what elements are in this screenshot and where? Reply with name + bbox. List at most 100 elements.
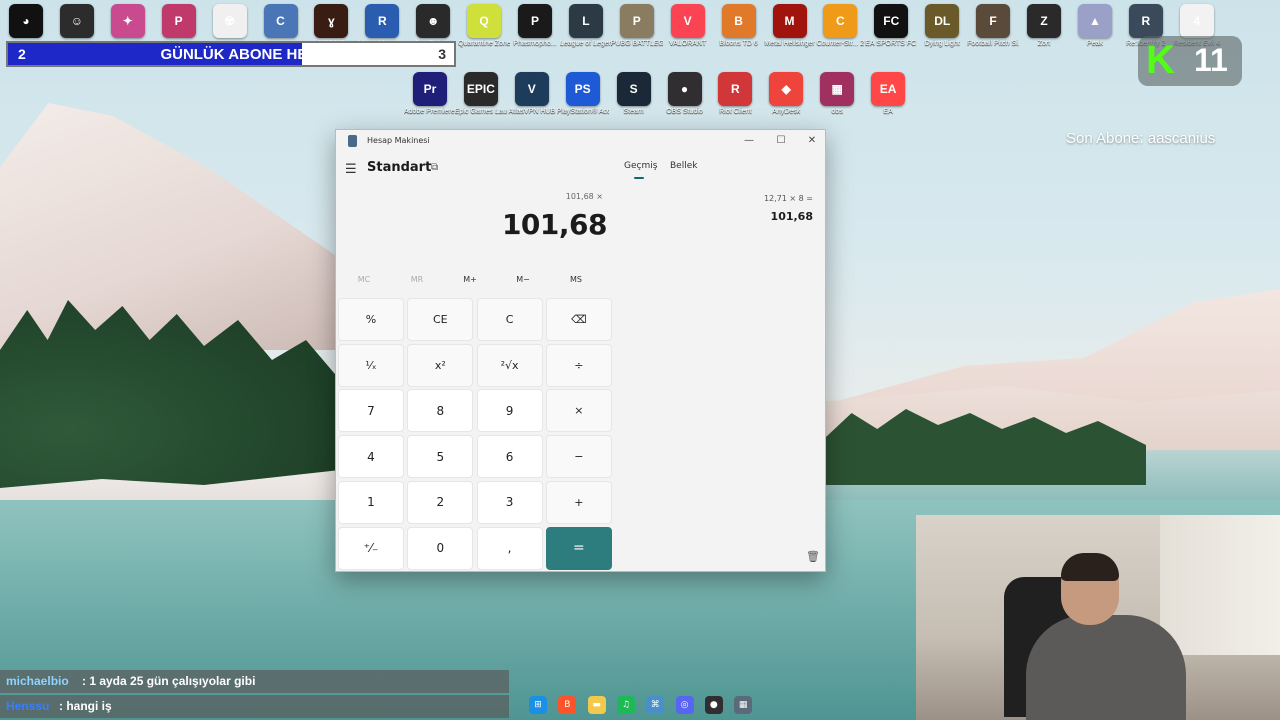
shortcut-label: PlayStation® Accessories xyxy=(556,108,609,115)
desktop-shortcut[interactable]: R Riot Client xyxy=(709,72,761,116)
windows-start-taskbar-icon[interactable]: ⊞ xyxy=(529,696,547,714)
desktop-shortcut[interactable]: C Counter-Str... 2 xyxy=(814,4,866,48)
calc-key[interactable]: = xyxy=(545,526,612,570)
calc-key[interactable]: 7 xyxy=(338,389,404,433)
desktop-shortcut[interactable]: V VALORANT xyxy=(662,4,714,48)
memory-button[interactable]: MC xyxy=(339,275,389,284)
title-bar[interactable]: Hesap Makinesi — ☐ ✕ xyxy=(336,130,825,152)
desktop-shortcut[interactable]: Pr Adobe Premiere P... xyxy=(404,72,456,116)
desktop-shortcut[interactable]: F Football Pitch Si... xyxy=(967,4,1019,48)
app-shortcut-icon: ▲ xyxy=(1077,4,1112,38)
minimize-button[interactable]: — xyxy=(738,132,760,150)
maximize-button[interactable]: ☐ xyxy=(770,132,792,150)
desktop-shortcut[interactable]: S Steam xyxy=(608,72,660,116)
calc-key[interactable]: 3 xyxy=(476,480,543,524)
desktop-shortcut[interactable]: FC EA SPORTS FC 25 xyxy=(865,4,917,48)
calc-key[interactable]: ⁺⁄₋ xyxy=(338,526,404,570)
desktop-shortcut[interactable]: DL Dying Light xyxy=(916,4,968,48)
shortcut-label: Bloons TD 6 xyxy=(719,40,758,47)
calculator-taskbar-icon[interactable]: ▦ xyxy=(734,696,753,714)
memory-button[interactable]: MR xyxy=(392,275,442,284)
memory-button[interactable]: M+ xyxy=(445,275,495,284)
calculator-mode-title: Standart xyxy=(367,160,432,175)
shortcut-label: AtlasVPN HUB xyxy=(508,108,556,115)
calc-key[interactable]: , xyxy=(476,526,543,570)
tab-history[interactable]: Geçmiş xyxy=(624,161,657,171)
calc-key[interactable]: 9 xyxy=(476,389,543,433)
desktop-shortcut[interactable]: ✦ xyxy=(102,4,154,40)
desktop-shortcut[interactable]: ◕ xyxy=(0,4,52,40)
history-expression[interactable]: 12,71 × 8 = xyxy=(764,194,813,203)
hamburger-menu-icon[interactable]: ☰ xyxy=(345,162,357,177)
desktop-shortcut[interactable]: ☢ xyxy=(204,4,256,40)
shortcut-label: Football Pitch Si... xyxy=(967,40,1020,47)
calc-key[interactable]: 6 xyxy=(476,435,543,479)
desktop-shortcut[interactable]: P Phasmopho... xyxy=(509,4,561,48)
desktop-shortcut[interactable]: EA EA xyxy=(862,72,914,116)
desktop-shortcut[interactable]: V AtlasVPN HUB xyxy=(506,72,558,116)
calc-key[interactable]: x² xyxy=(407,343,474,387)
desktop-shortcut[interactable]: B Bloons TD 6 xyxy=(713,4,765,48)
calc-key[interactable]: 4 xyxy=(338,435,404,479)
desktop-shortcut[interactable]: P xyxy=(153,4,205,40)
kick-viewer-badge: K 11 xyxy=(1138,36,1242,86)
app-shortcut-icon: C xyxy=(263,4,298,38)
network-taskbar-icon[interactable]: ⌘ xyxy=(646,696,665,714)
memory-button[interactable]: MS xyxy=(551,275,601,284)
calc-key[interactable]: ⌫ xyxy=(545,298,612,341)
app-shortcut-icon: ◆ xyxy=(769,72,804,106)
app-shortcut-icon: Pr xyxy=(413,72,447,106)
desktop-shortcut[interactable]: ☺ xyxy=(51,4,103,40)
calc-key[interactable]: 2 xyxy=(407,480,474,524)
app-shortcut-icon: S xyxy=(616,72,651,106)
desktop-shortcut[interactable]: L League of Legends xyxy=(560,4,612,48)
keep-on-top-icon[interactable]: ⧉ xyxy=(431,162,438,173)
app-shortcut-icon: FC xyxy=(874,4,909,38)
calc-key[interactable]: ÷ xyxy=(545,343,612,387)
calc-key[interactable]: CE xyxy=(407,298,474,341)
desktop-shortcut[interactable]: Z Zort xyxy=(1018,4,1070,48)
calc-key[interactable]: 1 xyxy=(338,480,404,524)
shortcut-label: Counter-Str... 2 xyxy=(816,40,865,47)
calc-key[interactable]: 0 xyxy=(407,526,474,570)
brave-taskbar-icon[interactable]: B xyxy=(558,696,577,714)
app-shortcut-icon: B xyxy=(721,4,756,38)
app-shortcut-icon: L xyxy=(568,4,603,38)
last-subscriber: Son Abone: aascanius xyxy=(1066,130,1216,147)
close-button[interactable]: ✕ xyxy=(801,132,823,150)
desktop-shortcut[interactable]: P PUBG BATTLEGR... xyxy=(611,4,663,48)
calc-key[interactable]: − xyxy=(545,435,612,479)
clear-history-trash-icon[interactable]: 🗑 xyxy=(806,550,820,563)
chat-text: : 1 ayda 25 gün çalışıyolar gibi xyxy=(82,674,256,688)
calc-key[interactable]: × xyxy=(545,389,612,433)
desktop-shortcut[interactable]: ◆ AnyDesk xyxy=(760,72,812,116)
desktop-shortcut[interactable]: EPIC Epic Games Launcher xyxy=(455,72,507,116)
spotify-taskbar-icon[interactable]: ♫ xyxy=(616,696,635,714)
history-result[interactable]: 101,68 xyxy=(771,210,813,223)
app-shortcut-icon: F xyxy=(976,4,1011,38)
desktop-shortcut[interactable]: ● OBS Studio xyxy=(659,72,711,116)
memory-button[interactable]: M− xyxy=(498,275,548,284)
calc-key[interactable]: 5 xyxy=(407,435,474,479)
calc-key[interactable]: + xyxy=(545,480,612,524)
discord-taskbar-icon[interactable]: ◎ xyxy=(675,696,694,714)
calc-key[interactable]: ¹⁄ₓ xyxy=(338,343,404,387)
app-shortcut-icon: V xyxy=(670,4,705,38)
tab-memory[interactable]: Bellek xyxy=(670,161,697,171)
sub-goal-title: GÜNLÜK ABONE HEDEFİ xyxy=(160,46,342,63)
calc-key[interactable]: C xyxy=(476,298,543,341)
calc-key[interactable]: % xyxy=(338,298,404,341)
calc-key[interactable]: ²√x xyxy=(476,343,543,387)
desktop-shortcut[interactable]: ▦ obs xyxy=(811,72,863,116)
calc-key[interactable]: 8 xyxy=(407,389,474,433)
desktop-shortcut[interactable]: C xyxy=(255,4,307,40)
obs-taskbar-icon[interactable]: ● xyxy=(704,696,723,714)
file-explorer-taskbar-icon[interactable]: ▬ xyxy=(587,696,606,714)
desktop-shortcut[interactable]: Q Quarantine Zone The... xyxy=(458,4,510,48)
shortcut-label: League of Legends xyxy=(559,40,612,47)
desktop-shortcut[interactable]: PS PlayStation® Accessories xyxy=(557,72,609,116)
desktop-shortcut[interactable]: ▲ Peak xyxy=(1069,4,1121,48)
app-shortcut-icon: R xyxy=(718,72,753,106)
shortcut-label: Riot Client xyxy=(719,108,752,115)
desktop-shortcut[interactable]: M Metal Hellsinger xyxy=(764,4,816,48)
